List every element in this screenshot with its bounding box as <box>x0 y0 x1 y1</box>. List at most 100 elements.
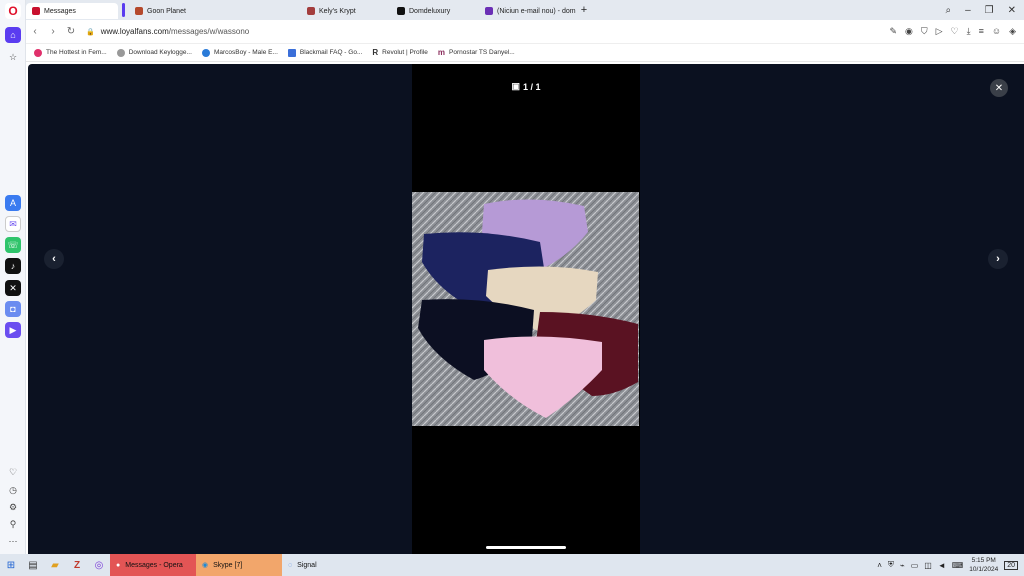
home-indicator <box>486 546 566 549</box>
forward-icon[interactable]: › <box>44 26 62 37</box>
address-bar: ‹ › ↻ 🔒 www.loyalfans.com/messages/w/was… <box>26 20 1024 44</box>
history-icon[interactable]: ◷ <box>5 482 21 498</box>
close-window-icon[interactable]: ✕ <box>1008 5 1016 16</box>
reload-icon[interactable]: ↻ <box>62 26 80 37</box>
windows-taskbar: ⊞ ▤ ▰ Z ◎ ● Messages - Opera ◉ Skype [7]… <box>0 554 1024 576</box>
previous-button[interactable]: ‹ <box>44 249 64 269</box>
bookmark-label: Blackmail FAQ - Go... <box>299 49 363 56</box>
clock[interactable]: 5:15 PM 10/1/2024 <box>969 556 998 574</box>
taskbar-app-opera[interactable]: ● Messages - Opera <box>110 554 196 576</box>
x-icon[interactable]: ✕ <box>5 280 21 296</box>
tab-strip: Messages Goon Planet Kely's Krypt Domdel… <box>26 0 1024 20</box>
taskbar-app-skype[interactable]: ◉ Skype [7] <box>196 554 282 576</box>
messenger-icon[interactable]: ✉ <box>5 216 21 232</box>
new-tab-icon[interactable]: + <box>577 4 591 16</box>
settings-icon[interactable]: ⚙ <box>5 499 21 515</box>
shield-icon[interactable]: ⛉ <box>921 26 928 37</box>
file-explorer-icon[interactable]: ▰ <box>44 554 66 576</box>
language-icon[interactable]: ⌨ <box>952 561 964 570</box>
photo-illustration <box>412 192 639 426</box>
volume-icon[interactable]: ◄ <box>938 561 946 570</box>
search-tabs-icon[interactable]: ⌕ <box>945 5 951 16</box>
tab-label: Kely's Krypt <box>319 7 356 15</box>
mail-favicon-icon <box>485 7 493 15</box>
security-icon[interactable]: ⛨ <box>888 560 894 570</box>
media-image[interactable] <box>412 192 639 426</box>
star-icon[interactable]: ☆ <box>5 49 21 65</box>
bookmark-item[interactable]: R Revolut | Profile <box>372 48 428 57</box>
counter-text: 1 / 1 <box>523 81 541 92</box>
play-icon[interactable]: ▷ <box>936 26 943 37</box>
clock-time: 5:15 PM <box>971 557 996 564</box>
camera-icon[interactable]: ◉ <box>905 26 913 37</box>
chevron-left-icon: ‹ <box>52 253 56 265</box>
menu-icon[interactable]: ≡ <box>979 26 984 37</box>
minimize-icon[interactable]: – <box>965 5 971 16</box>
chevron-up-icon[interactable]: ˄ <box>877 561 882 570</box>
bookmark-item[interactable]: MarcosBoy - Male E... <box>201 48 278 57</box>
bookmark-label: Download Keylogge... <box>128 49 192 56</box>
bookmark-item[interactable]: Download Keylogge... <box>116 48 192 57</box>
terminal-icon[interactable]: ▤ <box>22 554 44 576</box>
notifications-icon[interactable]: 20 <box>1004 560 1018 570</box>
whatsapp-icon[interactable]: ☏ <box>5 237 21 253</box>
player-icon[interactable]: ▶ <box>5 322 21 338</box>
bookmark-item[interactable]: m Pornostar TS Danyel... <box>438 48 515 57</box>
more-icon[interactable]: ⋯ <box>5 533 21 549</box>
opera-gx-icon[interactable]: ◎ <box>88 554 110 576</box>
clock-date: 10/1/2024 <box>969 566 999 573</box>
tab-domdeluxury[interactable]: Domdeluxury <box>391 3 479 19</box>
opera-favicon-icon <box>32 7 40 15</box>
taskbar-app-label: Messages - Opera <box>125 561 183 569</box>
screen: O ⌂ ☆ A ✉ ☏ ♪ ✕ ◘ ▶ ♡ ◷ ⚙ ⚲ ⋯ Messages G… <box>0 0 1024 576</box>
url-path: /messages/w/wassono <box>168 27 250 36</box>
opera-logo-icon[interactable]: O <box>5 3 21 19</box>
url-field[interactable]: 🔒 www.loyalfans.com/messages/w/wassono <box>86 27 249 36</box>
skype-icon: ◉ <box>202 562 209 569</box>
site-favicon-icon <box>307 7 315 15</box>
url-host: www.loyalfans.com <box>100 27 169 36</box>
tab-email[interactable]: (Niciun e-mail nou) - dom <box>479 3 577 19</box>
extension-icon[interactable]: ◈ <box>1009 26 1016 37</box>
bookmark-label: Revolut | Profile <box>382 49 428 56</box>
back-icon[interactable]: ‹ <box>26 26 44 37</box>
battery-icon[interactable]: ▭ <box>911 561 919 570</box>
tab-messages[interactable]: Messages <box>26 3 118 19</box>
gallery-icon: ▣ <box>511 81 520 91</box>
network-icon[interactable]: ◫ <box>924 561 932 570</box>
restore-icon[interactable]: ❐ <box>985 5 994 16</box>
bookmark-favicon-icon <box>287 48 296 57</box>
home-icon[interactable]: ⌂ <box>5 27 21 43</box>
toolbar-icons: ✎ ◉ ⛉ ▷ ♡ ⤓ ≡ ☺ ◈ <box>889 26 1024 37</box>
tab-label: Goon Planet <box>147 7 186 15</box>
media-counter: ▣ 1 / 1 <box>412 81 640 92</box>
close-viewer-button[interactable]: ✕ <box>990 79 1008 97</box>
media-column: ▣ 1 / 1 <box>412 64 640 554</box>
profile-icon[interactable]: ☺ <box>992 26 1001 37</box>
next-button[interactable]: › <box>988 249 1008 269</box>
site-favicon-icon <box>135 7 143 15</box>
edit-icon[interactable]: ✎ <box>889 26 897 37</box>
heart-icon[interactable]: ♡ <box>5 464 21 480</box>
bookmark-favicon-icon <box>116 48 125 57</box>
x-favicon-icon <box>397 7 405 15</box>
download-icon[interactable]: ⤓ <box>967 26 971 37</box>
tab-separator <box>122 3 125 17</box>
notification-count: 20 <box>1007 561 1015 569</box>
tab-kelys-krypt[interactable]: Kely's Krypt <box>301 3 391 19</box>
tiktok-icon[interactable]: ♪ <box>5 258 21 274</box>
taskbar-app-label: Signal <box>297 561 317 569</box>
taskbar-app-signal[interactable]: ◌ Signal <box>282 554 368 576</box>
heart-outline-icon[interactable]: ♡ <box>951 26 959 37</box>
tab-goon-planet[interactable]: Goon Planet <box>129 3 301 19</box>
bookmark-item[interactable]: The Hottest in Fem... <box>34 48 107 57</box>
instagram-icon[interactable]: ◘ <box>5 301 21 317</box>
filezilla-icon[interactable]: Z <box>66 554 88 576</box>
usb-icon[interactable]: ⌁ <box>900 561 905 570</box>
tab-label: Messages <box>44 7 76 15</box>
tips-icon[interactable]: ⚲ <box>5 516 21 532</box>
bookmark-label: Pornostar TS Danyel... <box>449 49 515 56</box>
aria-icon[interactable]: A <box>5 195 21 211</box>
windows-start-icon[interactable]: ⊞ <box>0 554 22 576</box>
bookmark-item[interactable]: Blackmail FAQ - Go... <box>287 48 363 57</box>
